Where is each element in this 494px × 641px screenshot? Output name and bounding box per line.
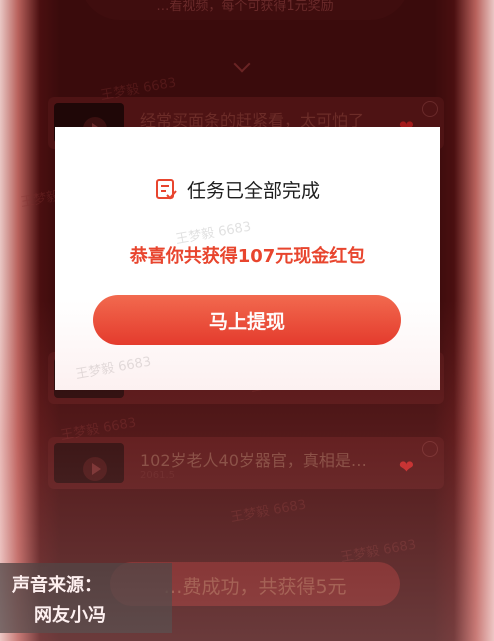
- app-screen: …看视频，每个可获得1元奖励 经常买面条的赶紧看，太可怕了 ❤ 102岁老人40…: [0, 0, 494, 641]
- video-title: 102岁老人40岁器官，真相是…: [140, 451, 367, 470]
- reward-banner-text: …看视频，每个可获得1元奖励: [156, 0, 334, 14]
- dialog-title: 任务已全部完成: [187, 179, 321, 202]
- sound-source-caption: 声音来源： 网友小冯: [0, 563, 172, 633]
- watermark: 王梦毅 6683: [74, 354, 153, 383]
- reward-message: 恭喜你共获得107元现金红包: [129, 246, 366, 267]
- video-thumbnail: [54, 443, 124, 483]
- task-list-icon: [156, 179, 177, 200]
- reward-banner: …看视频，每个可获得1元奖励: [80, 0, 410, 20]
- task-complete-dialog: 王梦毅 6683 王梦毅 6683 任务已全部完成 恭喜你共获得107元现金红包…: [55, 127, 440, 390]
- check-circle-icon: [422, 441, 438, 457]
- caption-line-2: 网友小冯: [34, 605, 106, 626]
- video-views: 2061.5: [140, 470, 175, 481]
- watermark: 王梦毅 6683: [229, 497, 308, 526]
- video-card: 102岁老人40岁器官，真相是… 2061.5 ❤: [48, 437, 444, 489]
- dialog-header: 任务已全部完成: [155, 177, 321, 202]
- caption-line-1: 声音来源：: [12, 575, 102, 596]
- heart-icon: ❤: [398, 457, 414, 478]
- play-icon: [83, 457, 107, 481]
- withdraw-now-button[interactable]: 马上提现: [93, 295, 401, 345]
- watermark: 王梦毅 6683: [339, 537, 418, 566]
- check-circle-icon: [422, 101, 438, 117]
- chevron-down-icon: [233, 55, 251, 73]
